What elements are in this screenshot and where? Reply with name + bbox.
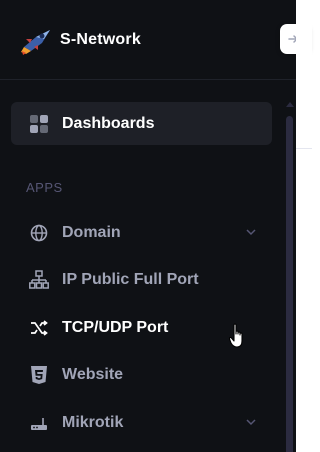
content-divider [296, 148, 312, 149]
brand-name: S-Network [60, 30, 141, 48]
chevron-down-icon [246, 419, 256, 426]
apps-section-title: APPS [26, 180, 63, 195]
menu-item-label: Website [62, 366, 124, 383]
menu-item-website[interactable]: Website [11, 354, 272, 397]
sidebar: S-Network Dashboards APPS Domain IP Publ… [0, 0, 310, 452]
menu-item-label: TCP/UDP Port [62, 318, 169, 336]
dashboard-grid-icon [29, 114, 49, 134]
menu-item-ip-public-full-port[interactable]: IP Public Full Port [11, 259, 272, 302]
menu-item-label: Dashboards [62, 114, 155, 132]
scroll-up-arrow[interactable] [286, 102, 294, 107]
rocket-logo-icon [21, 29, 50, 55]
globe-icon [29, 223, 49, 243]
menu-item-domain[interactable]: Domain [11, 211, 272, 254]
sidebar-scrollbar[interactable] [286, 116, 293, 452]
network-icon [29, 270, 49, 290]
menu-item-label: Mikrotik [62, 413, 124, 431]
menu-item-label: Domain [62, 223, 121, 241]
menu-item-mikrotik[interactable]: Mikrotik [11, 401, 272, 444]
sidebar-header: S-Network [0, 0, 310, 80]
main-menu: Dashboards [11, 102, 272, 150]
hand-pointer-cursor-icon [229, 323, 243, 348]
shuffle-icon [29, 318, 49, 338]
html5-icon [29, 365, 49, 385]
menu-item-dashboards[interactable]: Dashboards [11, 102, 272, 145]
main-content [296, 0, 312, 452]
chevron-down-icon [246, 229, 256, 236]
router-icon [29, 413, 49, 433]
menu-item-label: IP Public Full Port [62, 271, 199, 288]
